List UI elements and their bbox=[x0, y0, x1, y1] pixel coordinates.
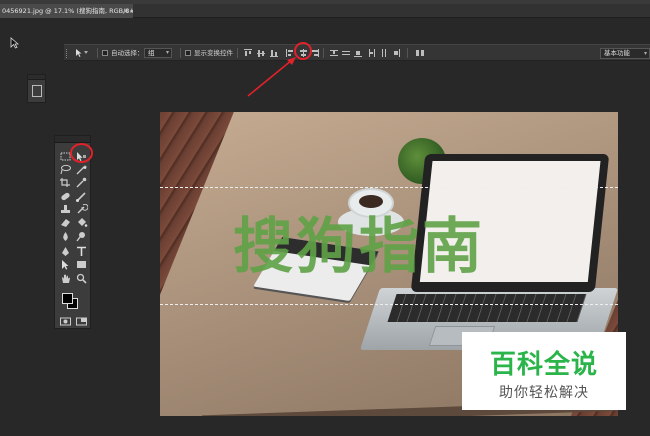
zoom-tool-icon[interactable] bbox=[75, 273, 88, 284]
distribute-vertical-center-icon[interactable] bbox=[342, 49, 350, 57]
quick-mask-icon[interactable] bbox=[59, 316, 72, 327]
healing-brush-tool-icon[interactable] bbox=[59, 191, 72, 202]
distribute-right-icon[interactable] bbox=[392, 49, 400, 57]
history-panel-icon[interactable] bbox=[32, 85, 42, 97]
distribute-left-icon[interactable] bbox=[368, 49, 376, 57]
mouse-cursor-icon bbox=[10, 34, 20, 53]
dodge-tool-icon[interactable] bbox=[75, 231, 88, 242]
auto-select-dropdown[interactable]: 组 bbox=[144, 48, 172, 58]
options-bar-grip[interactable] bbox=[66, 49, 69, 58]
tools-panel bbox=[54, 135, 91, 329]
auto-select-value: 组 bbox=[148, 49, 155, 57]
auto-select-label: 自动选择： bbox=[111, 49, 144, 57]
pen-tool-icon[interactable] bbox=[59, 246, 72, 257]
history-brush-tool-icon[interactable] bbox=[75, 204, 88, 215]
eyedropper-tool-icon[interactable] bbox=[75, 177, 88, 188]
watermark-text-layer[interactable]: 搜狗指南 bbox=[233, 198, 485, 285]
show-transform-label: 显示变换控件 bbox=[194, 49, 233, 57]
distribute-top-icon[interactable] bbox=[330, 49, 338, 57]
eraser-tool-icon[interactable] bbox=[59, 217, 72, 228]
checkbox-box[interactable] bbox=[102, 50, 108, 56]
move-tool-preset-icon[interactable] bbox=[73, 45, 93, 61]
collapsed-panel bbox=[27, 74, 46, 103]
clone-stamp-tool-icon[interactable] bbox=[59, 204, 72, 215]
separator bbox=[97, 48, 98, 58]
hand-tool-icon[interactable] bbox=[59, 273, 72, 284]
auto-align-layers-icon[interactable] bbox=[416, 49, 424, 57]
separator bbox=[180, 48, 181, 58]
lasso-tool-icon[interactable] bbox=[59, 164, 72, 175]
brand-slogan: 助你轻松解决 bbox=[499, 385, 589, 401]
annotation-arrow-icon bbox=[247, 57, 296, 97]
type-tool-icon[interactable] bbox=[75, 246, 88, 257]
distribute-bottom-icon[interactable] bbox=[354, 49, 362, 57]
crop-tool-icon[interactable] bbox=[59, 177, 72, 188]
brush-tool-icon[interactable] bbox=[75, 191, 88, 202]
workspace-switcher[interactable]: 基本功能 bbox=[600, 48, 650, 59]
distribute-horizontal-center-icon[interactable] bbox=[380, 49, 388, 57]
blur-tool-icon[interactable] bbox=[59, 231, 72, 242]
show-transform-controls-checkbox[interactable]: 显示变换控件 bbox=[185, 45, 233, 61]
workspace-value: 基本功能 bbox=[604, 49, 630, 57]
panel-header[interactable] bbox=[28, 75, 45, 80]
foreground-color-swatch[interactable] bbox=[62, 293, 73, 304]
close-icon[interactable]: × bbox=[123, 4, 129, 18]
auto-select-checkbox[interactable]: 自动选择： bbox=[102, 45, 144, 61]
rectangle-tool-icon[interactable] bbox=[75, 259, 88, 270]
paint-bucket-tool-icon[interactable] bbox=[75, 217, 88, 228]
document-tab[interactable]: 0456921.jpg @ 17.1% (搜狗指南, RGB/8#) * × bbox=[0, 4, 133, 18]
separator bbox=[407, 48, 408, 58]
align-right-icon[interactable] bbox=[311, 49, 319, 57]
brand-logo-box: 百科全说 助你轻松解决 bbox=[462, 332, 626, 410]
document-tab-title: 0456921.jpg @ 17.1% (搜狗指南, RGB/8#) * bbox=[2, 7, 133, 15]
tools-panel-header[interactable] bbox=[55, 136, 90, 143]
path-selection-tool-icon[interactable] bbox=[59, 259, 72, 270]
annotation-circle bbox=[70, 143, 93, 163]
checkbox-box[interactable] bbox=[185, 50, 191, 56]
photoshop-window: 0456921.jpg @ 17.1% (搜狗指南, RGB/8#) * × 自… bbox=[0, 0, 650, 436]
brand-title: 百科全说 bbox=[489, 350, 598, 380]
tool-options-bar: 自动选择： 组 显示变换控件 基本功能 bbox=[64, 44, 650, 61]
screen-mode-icon[interactable] bbox=[75, 316, 88, 327]
magic-wand-tool-icon[interactable] bbox=[75, 164, 88, 175]
separator bbox=[323, 48, 324, 58]
document-tab-bar: 0456921.jpg @ 17.1% (搜狗指南, RGB/8#) * × bbox=[0, 4, 650, 18]
